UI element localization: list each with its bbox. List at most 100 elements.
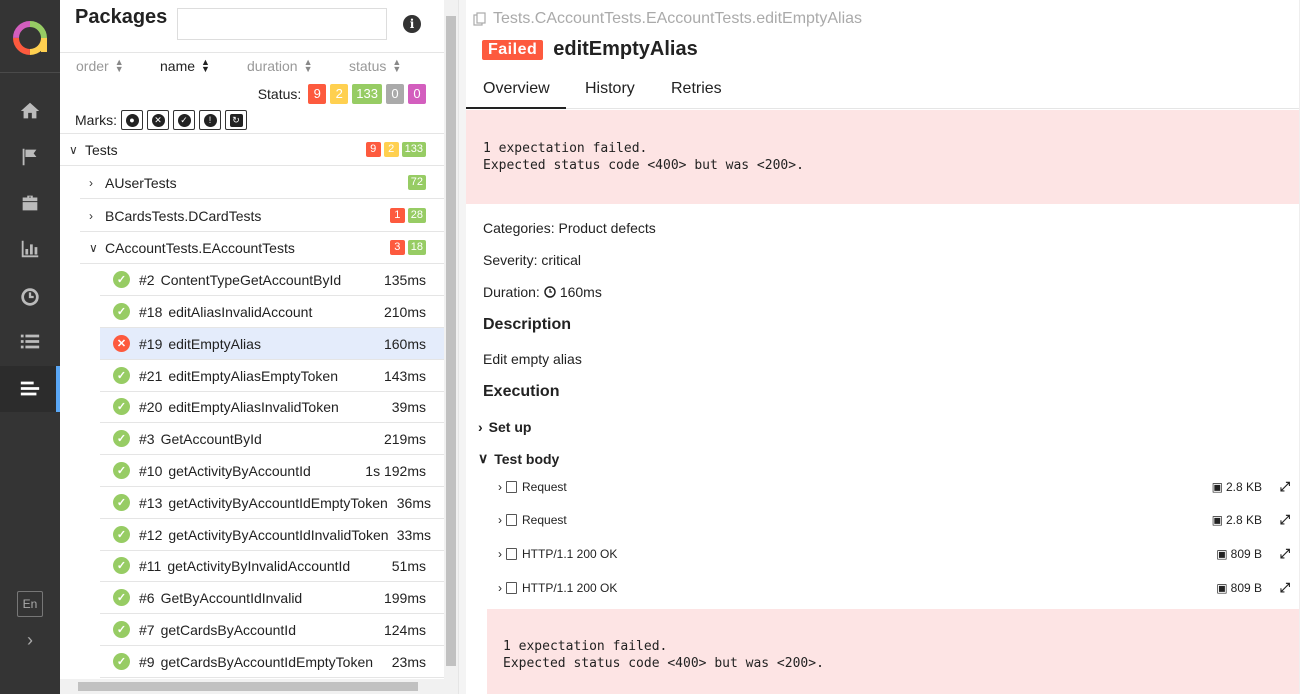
- status-filter-broken[interactable]: 2: [330, 84, 349, 104]
- test-detail-pane: Tests.CAccountTests.EAccountTests.editEm…: [466, 0, 1313, 694]
- align-left-icon: [20, 381, 40, 396]
- test-row[interactable]: ✓ #7 getCardsByAccountId 124ms: [100, 614, 444, 646]
- chevron-right-icon: ›: [498, 480, 502, 494]
- test-row[interactable]: ✓ #10 getActivityByAccountId 1s 192ms: [100, 455, 444, 487]
- test-row[interactable]: ✓ #18 editAliasInvalidAccount 210ms: [100, 296, 444, 328]
- passed-status-icon: ✓: [113, 589, 130, 606]
- test-row[interactable]: ✓ #2 ContentTypeGetAccountById 135ms: [100, 264, 444, 296]
- tree-group-tests[interactable]: ∨ Tests 9 2 133: [60, 134, 444, 166]
- severity-text: Severity: critical: [483, 252, 582, 268]
- attachment-row[interactable]: › Request ▣ 2.8 KB ⤢: [498, 510, 1304, 530]
- step-test-body[interactable]: ∨ Test body: [478, 450, 559, 467]
- test-row[interactable]: ✓ #6 GetByAccountIdInvalid 199ms: [100, 582, 444, 614]
- status-filter-skipped[interactable]: 0: [386, 84, 404, 104]
- scrollbar-thumb[interactable]: [78, 682, 418, 691]
- fullscreen-icon[interactable]: ⤢: [1280, 479, 1290, 495]
- copy-icon[interactable]: [473, 12, 487, 26]
- test-name: ContentTypeGetAccountById: [160, 271, 342, 288]
- test-row[interactable]: ✓ #12 getActivityByAccountIdInvalidToken 33…: [100, 519, 444, 551]
- status-filter-passed[interactable]: 133: [352, 84, 382, 104]
- test-name: editEmptyAliasEmptyToken: [168, 367, 338, 384]
- mark-new-failed[interactable]: ✕: [147, 110, 169, 130]
- sidebar-item-graphs[interactable]: [0, 226, 60, 272]
- sidebar-item-packages[interactable]: [0, 366, 60, 412]
- expand-sidebar-icon[interactable]: ›: [18, 628, 42, 652]
- attachment-row[interactable]: › Request ▣ 2.8 KB ⤢: [498, 477, 1304, 497]
- test-name: getActivityByAccountIdEmptyToken: [168, 494, 388, 511]
- status-filter-unknown[interactable]: 0: [408, 84, 426, 104]
- pane-splitter[interactable]: [458, 0, 466, 694]
- tree-horizontal-scrollbar[interactable]: [60, 679, 444, 694]
- test-row[interactable]: ✓ #21 editEmptyAliasEmptyToken 143ms: [100, 360, 444, 392]
- attachment-row[interactable]: › HTTP/1.1 200 OK ▣ 809 B ⤢: [498, 544, 1304, 564]
- failed-count: 1: [389, 208, 405, 223]
- clock-icon: [544, 286, 556, 298]
- fullscreen-icon[interactable]: ⤢: [1280, 546, 1290, 562]
- sidebar-item-overview[interactable]: [0, 88, 60, 134]
- tree-group-bcardstests[interactable]: › BCardsTests.DCardTests 1 28: [80, 200, 444, 232]
- tab-history[interactable]: History: [585, 74, 635, 109]
- attachment-label: HTTP/1.1 200 OK: [522, 581, 618, 595]
- mark-new-broken[interactable]: !: [199, 110, 221, 130]
- allure-logo[interactable]: [12, 20, 48, 56]
- chevron-right-icon: ›: [498, 547, 502, 561]
- passed-status-icon: ✓: [113, 557, 130, 574]
- tree-vertical-scrollbar[interactable]: [444, 0, 458, 694]
- passed-status-icon: ✓: [113, 494, 130, 511]
- language-switcher[interactable]: En: [17, 591, 43, 617]
- sort-label: status: [349, 58, 387, 74]
- info-icon[interactable]: i: [403, 15, 421, 33]
- test-duration: 36ms: [396, 494, 431, 511]
- tree-group-label: Tests: [85, 141, 118, 158]
- test-duration: 23ms: [391, 653, 426, 670]
- save-icon: ▣: [1211, 480, 1223, 494]
- sort-arrows-icon: ▲ ▼: [392, 57, 402, 74]
- bomb-icon: ●: [125, 113, 139, 127]
- test-number: #10: [139, 462, 163, 479]
- execution-heading: Execution: [483, 383, 560, 400]
- test-duration: 1s 192ms: [365, 462, 426, 479]
- test-number: #9: [139, 653, 155, 670]
- size-value: 2.8 KB: [1225, 513, 1262, 527]
- sort-name[interactable]: name ▲ ▼: [160, 58, 210, 75]
- scrollbar-thumb[interactable]: [446, 16, 456, 666]
- mark-flaky[interactable]: ●: [121, 110, 143, 130]
- fullscreen-icon[interactable]: ⤢: [1280, 512, 1290, 528]
- test-row[interactable]: ✓ #11 getActivityByInvalidAccountId 51ms: [100, 550, 444, 582]
- test-row[interactable]: ✓ #3 GetAccountById 219ms: [100, 423, 444, 455]
- fullscreen-icon[interactable]: ⤢: [1280, 580, 1290, 596]
- tree-group-caccounttests[interactable]: ∨ CAccountTests.EAccountTests 3 18: [80, 232, 444, 264]
- sort-duration[interactable]: duration ▲ ▼: [247, 58, 313, 75]
- attachment-row[interactable]: › HTTP/1.1 200 OK ▣ 809 B ⤢: [498, 578, 1304, 598]
- test-row[interactable]: ✓ #13 getActivityByAccountIdEmptyToken 36ms: [100, 487, 444, 519]
- test-row-selected[interactable]: ✕ #19 editEmptyAlias 160ms: [100, 328, 444, 360]
- sidebar-item-suites[interactable]: [0, 180, 60, 226]
- mark-new-passed[interactable]: ✓: [173, 110, 195, 130]
- tab-overview[interactable]: Overview: [466, 74, 566, 109]
- test-number: #2: [139, 271, 155, 288]
- failed-count: 9: [365, 142, 381, 157]
- sort-status[interactable]: status ▲ ▼: [349, 57, 402, 75]
- sort-order[interactable]: order ▲ ▼: [76, 58, 124, 75]
- list-icon: [20, 334, 40, 349]
- sidebar-item-categories[interactable]: [0, 134, 60, 180]
- sidebar-item-timeline[interactable]: [0, 274, 60, 320]
- test-number: #7: [139, 621, 155, 638]
- exclamation-circle-icon: !: [203, 113, 217, 127]
- tab-retries[interactable]: Retries: [671, 74, 722, 109]
- status-filter-failed[interactable]: 9: [308, 84, 327, 104]
- search-input[interactable]: [177, 8, 387, 40]
- sidebar-item-behaviors[interactable]: [0, 319, 60, 365]
- test-row[interactable]: ✓ #20 editEmptyAliasInvalidToken 39ms: [100, 391, 444, 423]
- detail-vertical-scrollbar[interactable]: [1299, 0, 1313, 694]
- step-setup[interactable]: › Set up: [478, 419, 531, 435]
- test-row[interactable]: ✓ #9 getCardsByAccountIdEmptyToken 23ms: [100, 646, 444, 678]
- tree-group-ausertests[interactable]: › AUserTests 72: [80, 167, 444, 199]
- size-value: 2.8 KB: [1225, 480, 1262, 494]
- test-number: #19: [139, 335, 163, 352]
- test-number: #11: [139, 557, 162, 574]
- status-filter: Status: 9 2 133 0 0: [258, 84, 426, 104]
- mark-retries[interactable]: ↻: [225, 110, 247, 130]
- attachment-size: ▣ 2.8 KB: [1212, 480, 1262, 494]
- tree-group-label: AUserTests: [105, 174, 177, 191]
